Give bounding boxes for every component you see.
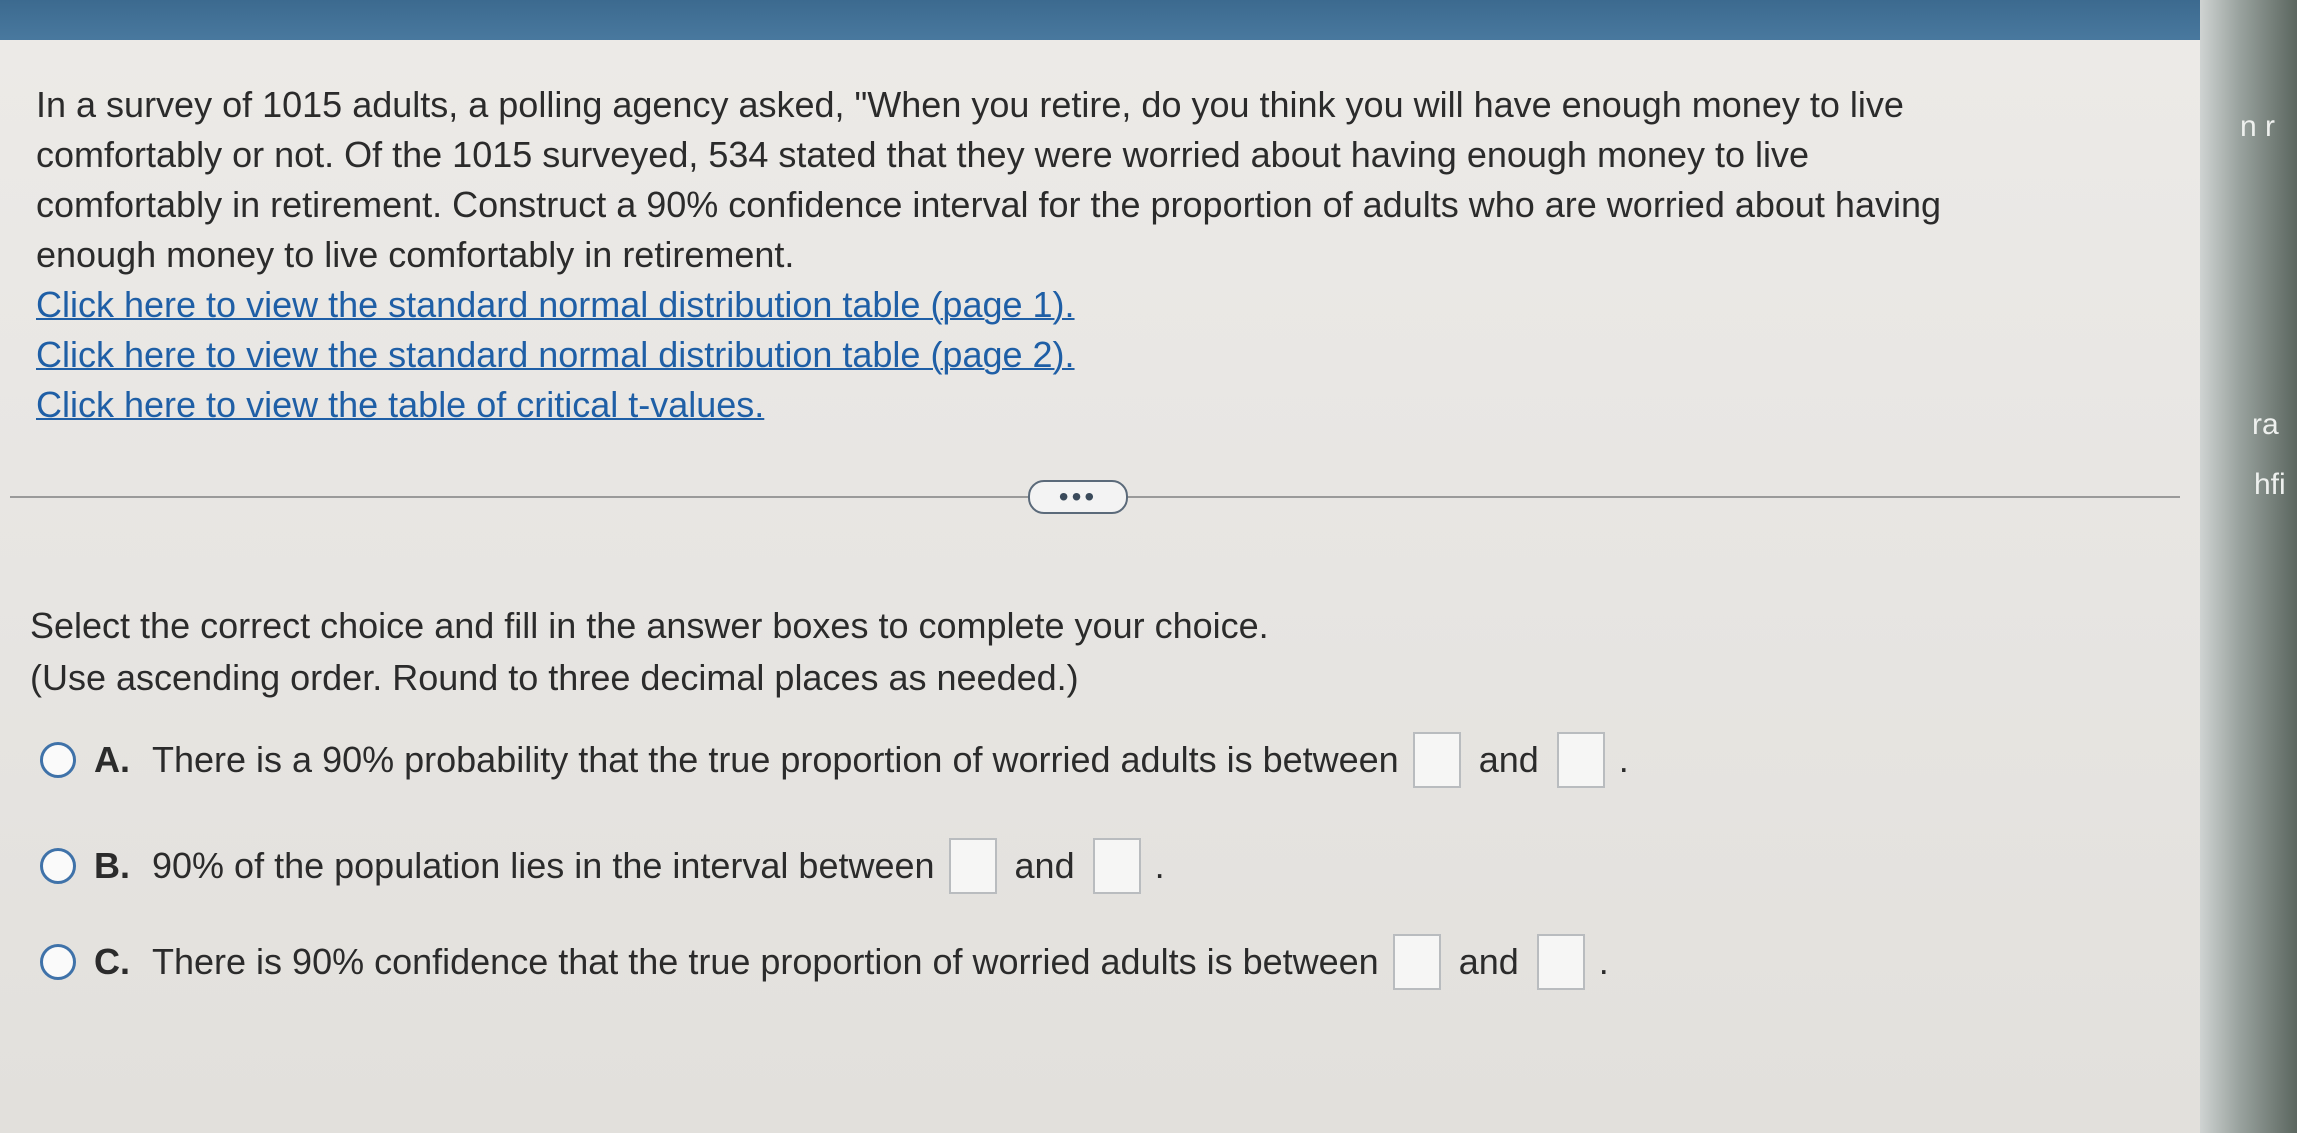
choice-end: . xyxy=(1618,739,1629,780)
background-text-fragment: hfi xyxy=(2254,468,2286,501)
problem-text-line: comfortably or not. Of the 1015 surveyed… xyxy=(36,134,1810,175)
problem-text-line: comfortably in retirement. Construct a 9… xyxy=(36,184,1942,225)
choice-text: There is 90% confidence that the true pr… xyxy=(152,941,1379,982)
choice-end: . xyxy=(1154,845,1165,886)
answer-box-upper[interactable] xyxy=(1092,838,1141,894)
normal-table-page1-link[interactable]: Click here to view the standard normal d… xyxy=(36,280,1075,329)
answer-box-lower[interactable] xyxy=(1392,934,1441,990)
choice-letter: B. xyxy=(94,845,130,886)
choice-letter: C. xyxy=(94,941,130,982)
background-text-fragment: ra xyxy=(2252,408,2279,441)
choice-text: There is a 90% probability that the true… xyxy=(152,739,1399,780)
choice-a-radio[interactable] xyxy=(40,742,76,778)
t-values-table-link[interactable]: Click here to view the table of critical… xyxy=(36,380,764,429)
normal-table-page2-link[interactable]: Click here to view the standard normal d… xyxy=(36,330,1075,379)
expand-more-button[interactable]: ••• xyxy=(1028,480,1128,514)
instruction-line: (Use ascending order. Round to three dec… xyxy=(30,657,1079,698)
answer-box-upper[interactable] xyxy=(1536,934,1585,990)
top-bar xyxy=(0,0,2297,44)
problem-text-line: enough money to live comfortably in reti… xyxy=(36,234,795,275)
choice-joiner: and xyxy=(1014,845,1075,886)
answer-box-lower[interactable] xyxy=(948,838,997,894)
instructions: Select the correct choice and fill in th… xyxy=(30,600,1269,704)
choice-letter: A. xyxy=(94,739,130,780)
choice-c[interactable]: C. There is 90% confidence that the true… xyxy=(40,934,1609,990)
problem-statement: In a survey of 1015 adults, a polling ag… xyxy=(36,80,2166,430)
answer-box-lower[interactable] xyxy=(1412,732,1461,788)
choice-joiner: and xyxy=(1458,941,1519,982)
instruction-line: Select the correct choice and fill in th… xyxy=(30,605,1269,646)
choice-a[interactable]: A. There is a 90% probability that the t… xyxy=(40,732,1629,788)
choice-c-radio[interactable] xyxy=(40,944,76,980)
problem-text-line: In a survey of 1015 adults, a polling ag… xyxy=(36,84,1904,125)
choice-joiner: and xyxy=(1478,739,1539,780)
choice-text: 90% of the population lies in the interv… xyxy=(152,845,935,886)
question-panel: In a survey of 1015 adults, a polling ag… xyxy=(0,40,2200,1133)
choice-b[interactable]: B. 90% of the population lies in the int… xyxy=(40,838,1165,894)
choice-end: . xyxy=(1598,941,1609,982)
choice-b-radio[interactable] xyxy=(40,848,76,884)
background-text-fragment: n r xyxy=(2240,110,2276,143)
background-window-strip: n r ra hfi xyxy=(2200,0,2297,1133)
answer-box-upper[interactable] xyxy=(1556,732,1605,788)
